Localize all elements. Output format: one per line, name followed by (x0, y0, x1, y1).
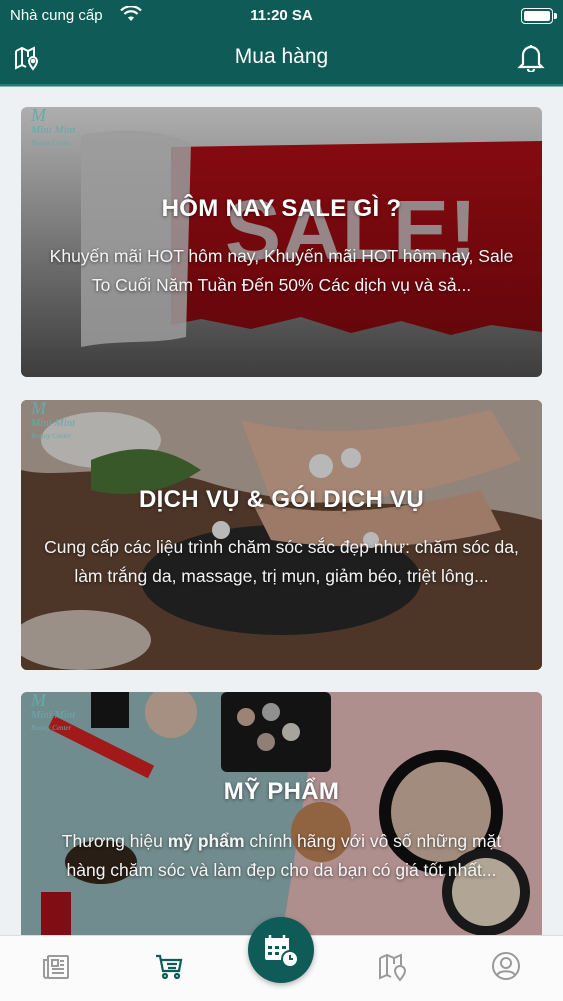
battery-icon (521, 8, 557, 24)
news-icon[interactable] (40, 950, 72, 982)
brand-logo: M Mini Mint Beauty Center (31, 692, 76, 734)
map-icon[interactable] (377, 950, 409, 982)
profile-icon[interactable] (490, 950, 522, 982)
brand-logo-mark: M (31, 692, 46, 710)
cart-icon[interactable] (153, 950, 185, 982)
header-divider (0, 84, 563, 87)
card-description: Cung cấp các liệu trình chăm sóc sắc đẹp… (44, 537, 519, 586)
card-title: DỊCH VỤ & GÓI DỊCH VỤ (139, 486, 424, 513)
desc-bold: mỹ phẩm (167, 831, 245, 851)
brand-logo: M Mini Mint Beauty Center (31, 400, 76, 442)
brand-logo-text: Mini Mint (31, 709, 76, 721)
page-title: Mua hàng (234, 45, 329, 68)
brand-logo-sub: Beauty Center (31, 139, 72, 147)
card-description: Thương hiệu mỹ phẩm chính hãng với vô số… (41, 827, 522, 885)
desc-prefix: Thương hiệu (61, 831, 168, 851)
brand-logo-sub: Beauty Center (31, 724, 72, 732)
clock: 11:20 SA (250, 7, 313, 24)
brand-logo-mark: M (31, 400, 46, 418)
booking-fab[interactable] (248, 917, 314, 983)
card-overlay (21, 692, 542, 942)
calendar-clock-icon (265, 935, 299, 968)
brand-logo: M Mini Mint Beauty Center (31, 107, 76, 149)
card-title: MỸ PHẨM (223, 778, 340, 805)
sale-card[interactable]: SALE! M Mini Mint Beauty Center HÔM NAY SA… (21, 107, 542, 377)
top-bar: Nhà cung cấp 11:20 SA Mua hàng (0, 0, 563, 87)
bell-icon[interactable] (517, 42, 545, 74)
services-card[interactable]: M Mini Mint Beauty Center DỊCH VỤ & GÓI DỊ… (21, 400, 542, 670)
brand-logo-text: Mini Mint (31, 124, 76, 136)
card-description: Khuyến mãi HOT hôm nay, Khuyến mãi HOT h… (49, 246, 514, 295)
status-bar: Nhà cung cấp 11:20 SA (0, 0, 563, 32)
brand-logo-text: Mini Mint (31, 417, 76, 429)
brand-logo-sub: Beauty Center (31, 432, 72, 440)
card-title: HÔM NAY SALE GÌ ? (161, 195, 402, 222)
cosmetics-card[interactable]: M Mini Mint Beauty Center MỸ PHẨM Thương h… (21, 692, 542, 942)
brand-logo-mark: M (31, 107, 46, 125)
